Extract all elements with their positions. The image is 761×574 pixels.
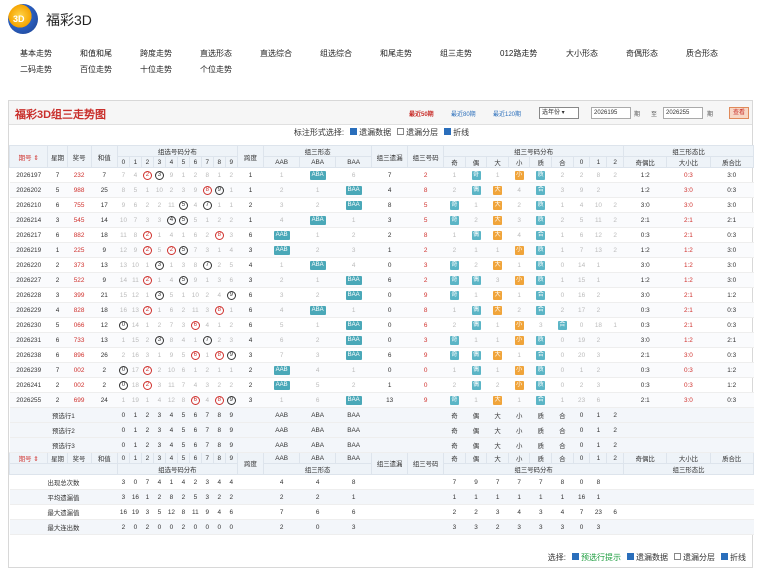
table-row: 2026202 5 988 25 8 5 1 10 2 3 9 8 9 1 1 2 1 BAA 4 8 2 偶大 4 合 3 9 2…: [9, 182, 754, 198]
table-row: 2026227 2 522 9 14 11 2 1 4 5 9 1 3 6 3 2 1 BAA 6 2 奇偶 3 小质 1 15…: [9, 272, 754, 288]
panel-title: 福彩3D组三走势图: [15, 109, 107, 121]
period-label-2: 期: [707, 112, 714, 118]
period-80-link[interactable]: 最近80期: [451, 109, 476, 118]
nav-link[interactable]: 质合形态: [686, 46, 746, 62]
page-title: 福彩3D: [46, 12, 92, 28]
display-options: 标注形式选择: 遗漏数据 遗漏分层 折线: [9, 127, 754, 143]
stats-row: 最大连出数 2 0 2 0 0 2 0 0 0 0 2 0 3 3 3 2 3 3 3 0 3: [9, 519, 754, 535]
nav-link[interactable]: 和尾走势: [380, 46, 440, 62]
bar-label: 选择:: [547, 553, 566, 562]
stats-row: 平均遗漏值 3 16 1 2 8 2 5 3 2 2 2 2 1 1 1 1 1 1 1 16 1: [9, 489, 754, 505]
checkbox[interactable]: [444, 128, 452, 136]
preview-row[interactable]: 预选行2 0 1 2 3 4 5 6 7 8 9 AAB ABA BAA 奇偶大小质合 0 1 2: [9, 422, 754, 438]
checkbox[interactable]: [397, 128, 405, 136]
nav-menu: 基本走势 和值和尾 跨度走势 直选形态 直选综合 组选综合 和尾走势 组三走势 012路走势 大小…: [20, 46, 750, 78]
nav-link[interactable]: 012路走势: [500, 46, 566, 62]
checkbox-label: 遗漏数据: [636, 553, 668, 562]
table-row: 2026255 2 699 24 1 19 1 4 12 8 6 4 8 9 3 1 6 BAA 13 9 奇 1 大 1 合 1…: [9, 392, 754, 408]
checkbox[interactable]: [627, 553, 634, 561]
checkbox[interactable]: [721, 553, 728, 561]
header: 3D 福彩3D 基本走势 和值和尾 跨度走势 直选形态 直选综合 组选综合 和尾走势 组三走势…: [0, 0, 761, 98]
checkbox[interactable]: [572, 553, 579, 561]
preview-row[interactable]: 预选行3 0 1 2 3 4 5 6 7 8 9 AAB ABA BAA 奇偶大小质合 0 1 2: [9, 437, 754, 453]
checkbox[interactable]: [350, 128, 358, 136]
query-button[interactable]: 查看: [729, 107, 749, 119]
period-120-link[interactable]: 最近120期: [493, 109, 521, 118]
table-row: 2026238 6 896 26 2 16 3 1 9 5 6 1 8 9 3 7 3 BAA 6 9 奇偶大 1 合 0 20…: [9, 347, 754, 363]
checkbox[interactable]: [674, 553, 681, 561]
stats-row: 出现总次数 3 0 7 4 1 4 2 3 4 4 4 4 8 7 9 7 7 7 8 0 8: [9, 474, 754, 490]
table-row: 2026197 7 232 7 7 4 2 3 9 1 2 8 1 2 1 1 ABA 6 7 2 1 奇 1 小质 2 2 8 2 1…: [9, 167, 754, 183]
nav-link[interactable]: 基本走势: [20, 46, 80, 62]
checkbox-label: 折线: [730, 553, 746, 562]
period-50-link[interactable]: 最近50期: [409, 109, 434, 118]
nav-link[interactable]: 二码走势: [20, 62, 80, 78]
table-row: 2026210 6 755 17 9 6 2 2 11 5 4 7 1 1 2 3 2 BAA 8 5 奇 1 大 2 质 1 4 1…: [9, 197, 754, 213]
nav-link[interactable]: 奇偶形态: [626, 46, 686, 62]
from-period-input[interactable]: 2026195: [591, 107, 631, 119]
nav-link[interactable]: 直选形态: [200, 46, 260, 62]
period-label: 期: [634, 112, 641, 118]
table-row: 2026228 3 399 21 15 12 1 3 5 1 10 2 4 9 6 3 2 BAA 0 9 奇 1 大 1 合 0…: [9, 287, 754, 303]
year-select[interactable]: 选年份 ▾: [539, 107, 579, 119]
checkbox-label: 折线: [453, 128, 470, 137]
table-row: 2026214 3 545 14 10 7 3 3 4 5 5 1 2 2 1 4 ABA 1 3 5 奇 2 大 3 质 2 5 1…: [9, 212, 754, 228]
nav-link[interactable]: 个位走势: [200, 62, 260, 78]
preview-row[interactable]: 预选行1 0 1 2 3 4 5 6 7 8 9 AAB ABA BAA 奇偶大小质合 0 1 2: [9, 407, 754, 423]
nav-link[interactable]: 直选综合: [260, 46, 320, 62]
panel-header: 福彩3D组三走势图 最近50期 最近80期 最近120期 选年份 ▾ 20261…: [9, 101, 752, 125]
checkbox-label: 遗漏分层: [406, 128, 439, 137]
table-row: 2026217 6 882 18 11 8 2 1 4 1 6 2 8 3 6 AAB 1 2 2 8 1 偶大 4 合 1 6 1…: [9, 227, 754, 243]
nav-link[interactable]: 百位走势: [80, 62, 140, 78]
to-label: 至: [651, 112, 658, 118]
checkbox-label: 遗漏分层: [683, 553, 715, 562]
checkbox-label: 预选行提示: [581, 553, 621, 562]
logo: 3D: [8, 4, 38, 34]
nav-link[interactable]: 组三走势: [440, 46, 500, 62]
col-header[interactable]: 期号 ⇕: [8, 145, 49, 168]
trend-table: 期号 ⇕ 星期 奖号 和值 组选号码分布 跨度 组三形态 组三遗漏 组三号码 组三号码分布 组三形态…: [8, 145, 754, 535]
checkbox-label: 遗漏数据: [359, 128, 392, 137]
nav-link[interactable]: 十位走势: [140, 62, 200, 78]
nav-link[interactable]: 大小形态: [566, 46, 626, 62]
table-row: 2026220 2 373 13 13 10 1 3 1 3 8 7 2 5 4 1 ABA 4 0 3 奇 2 大 1 质 0 1…: [9, 257, 754, 273]
table-row: 2026229 4 828 18 16 13 2 1 6 2 11 3 8 1 6 4 ABA 1 0 8 1 偶大 2 合 2…: [9, 302, 754, 318]
nav-link[interactable]: 组选综合: [320, 46, 380, 62]
table-row: 2026230 5 066 12 0 14 1 2 7 3 6 4 1 2 6 5 1 BAA 0 6 2 偶 1 小 3 合 0 1…: [9, 317, 754, 333]
table-row: 2026219 1 225 9 12 9 2 5 2 5 7 3 1 4 3 AAB 2 3 1 2 2 1 1 小质 1 7 13…: [9, 242, 754, 258]
stats-row: 最大遗漏值 16 19 3 5 12 8 11 9 4 6 7 6 6 2 2 3 4 3 4 7 23 6: [9, 504, 754, 520]
bottom-options: 选择: 预选行提示 遗漏数据 遗漏分层 折线: [548, 552, 746, 563]
to-period-input[interactable]: 2026255: [663, 107, 703, 119]
opts-label: 标注形式选择:: [293, 128, 345, 137]
nav-link[interactable]: 跨度走势: [140, 46, 200, 62]
trend-panel: 福彩3D组三走势图 最近50期 最近80期 最近120期 选年份 ▾ 20261…: [8, 100, 754, 568]
table-row: 2026241 2 002 2 0 18 2 3 11 7 4 3 2 2 2 AAB 5 2 1 0 2 偶 2 小质 0 2 3…: [9, 377, 754, 393]
nav-link[interactable]: 和值和尾: [80, 46, 140, 62]
table-row: 2026231 6 733 13 1 15 2 3 8 4 1 7 2 3 4 6 2 BAA 0 3 奇 1 1 小质 0 19…: [9, 332, 754, 348]
table-row: 2026239 7 002 2 0 17 2 2 10 6 1 2 1 1 2 AAB 4 1 0 0 1 偶 1 小质 0 1 2…: [9, 362, 754, 378]
